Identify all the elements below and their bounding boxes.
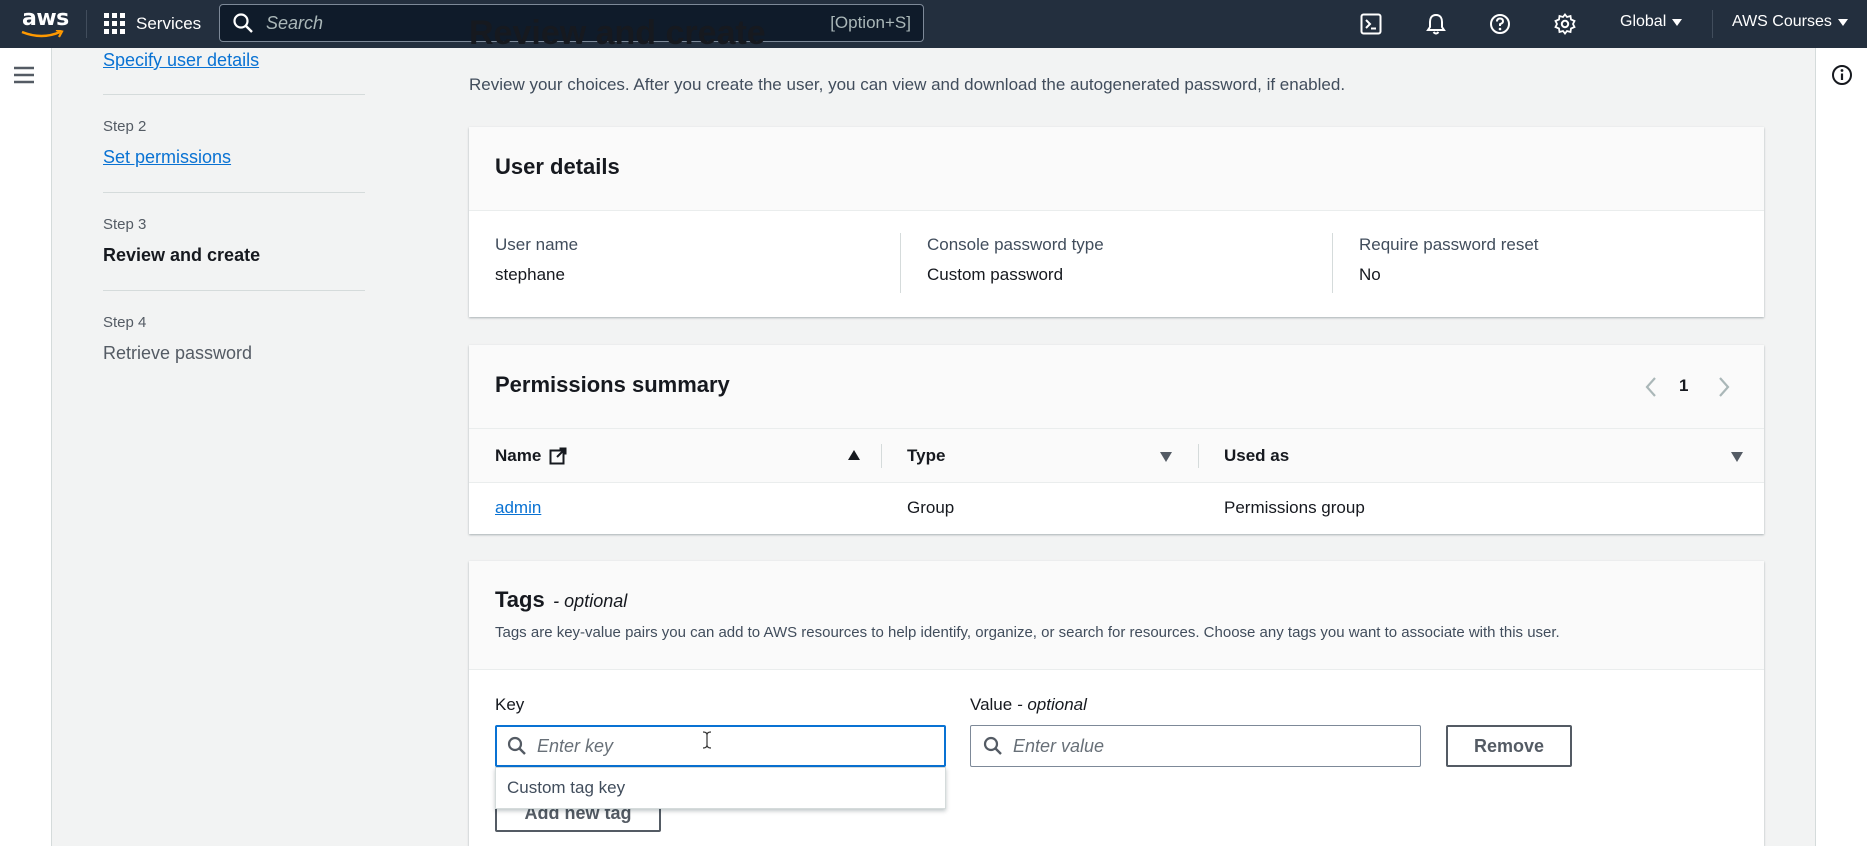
sort-icon[interactable] xyxy=(1160,452,1172,462)
sort-icon[interactable] xyxy=(1731,452,1743,462)
table-row: admin Group Permissions group xyxy=(469,483,1764,535)
services-menu-button[interactable]: Services xyxy=(104,10,201,38)
chevron-left-icon[interactable] xyxy=(1644,376,1658,398)
step-divider xyxy=(103,192,365,193)
column-divider xyxy=(900,233,901,293)
cloudshell-icon xyxy=(1360,13,1382,35)
tags-card: Tags - optional Tags are key-value pairs… xyxy=(469,561,1764,846)
row-type: Group xyxy=(907,498,955,517)
page-description: Review your choices. After you create th… xyxy=(469,75,1346,94)
tags-description: Tags are key-value pairs you can add to … xyxy=(495,624,1560,641)
step-divider xyxy=(103,290,365,291)
column-header-used-as[interactable]: Used as xyxy=(1224,429,1289,482)
column-label: Type xyxy=(907,445,946,465)
tags-optional-label: - optional xyxy=(553,591,628,611)
aws-smile-icon xyxy=(21,30,64,38)
text-cursor-icon xyxy=(702,731,712,749)
row-used-as: Permissions group xyxy=(1224,498,1365,517)
step-divider xyxy=(103,94,365,95)
remove-button[interactable]: Remove xyxy=(1446,725,1572,767)
permissions-header: Permissions summary 1 xyxy=(469,345,1764,429)
user-details-header: User details xyxy=(469,127,1764,211)
column-divider xyxy=(1198,444,1199,468)
user-details-card: User details User name stephane Console … xyxy=(469,127,1764,317)
step-2-label: Step 2 xyxy=(103,118,147,135)
permissions-summary-card: Permissions summary 1 Name Type Used as … xyxy=(469,345,1764,534)
field-value: stephane xyxy=(495,265,565,284)
aws-logo-text: aws xyxy=(22,6,69,31)
right-rail xyxy=(1815,48,1867,846)
nav-divider xyxy=(86,10,87,38)
account-menu[interactable]: AWS Courses xyxy=(1732,13,1848,31)
services-label: Services xyxy=(136,14,202,33)
remove-label: Remove xyxy=(1473,735,1545,756)
key-suggestion-dropdown: Custom tag key xyxy=(495,767,946,809)
aws-logo[interactable]: aws xyxy=(20,6,69,42)
account-label: AWS Courses xyxy=(1732,13,1832,30)
left-rail xyxy=(0,48,52,846)
sort-ascending-icon[interactable] xyxy=(848,450,860,460)
step-3-label: Step 3 xyxy=(103,216,147,233)
column-divider xyxy=(881,444,882,468)
column-label: Name xyxy=(495,445,542,465)
step-4-label: Step 4 xyxy=(103,314,147,331)
help-button[interactable] xyxy=(1487,11,1513,37)
step-1-link[interactable]: Specify user details xyxy=(103,50,259,71)
caret-down-icon xyxy=(1837,18,1848,26)
field-label: Console password type xyxy=(927,235,1104,254)
key-placeholder: Enter key xyxy=(537,735,614,756)
help-icon xyxy=(1490,14,1510,34)
caret-down-icon xyxy=(1672,18,1683,26)
password-reset-field: Require password reset No xyxy=(1359,235,1539,299)
key-input[interactable]: Enter key xyxy=(495,725,946,767)
column-divider xyxy=(1332,233,1333,293)
password-type-field: Console password type Custom password xyxy=(927,235,1104,299)
region-selector[interactable]: Global xyxy=(1620,13,1683,31)
settings-button[interactable] xyxy=(1552,11,1578,37)
key-label: Key xyxy=(495,695,525,714)
column-header-name[interactable]: Name xyxy=(495,429,567,482)
user-name-field: User name stephane xyxy=(495,235,578,299)
column-label: Used as xyxy=(1224,445,1290,465)
page-number[interactable]: 1 xyxy=(1679,376,1688,396)
value-optional-label: - optional xyxy=(1016,695,1087,714)
value-label: Value - optional xyxy=(970,695,1087,715)
field-value: No xyxy=(1359,265,1381,284)
column-header-type[interactable]: Type xyxy=(907,429,945,482)
search-icon xyxy=(233,13,253,33)
chevron-right-icon[interactable] xyxy=(1717,376,1731,398)
tags-title-row: Tags - optional xyxy=(495,587,627,613)
table-header: Name Type Used as xyxy=(469,429,1764,483)
hamburger-menu-icon[interactable] xyxy=(13,66,35,84)
value-input[interactable]: Enter value xyxy=(970,725,1421,767)
page-title: Review and create xyxy=(469,14,766,52)
region-label: Global xyxy=(1620,13,1667,30)
top-navigation: aws Services Search [Option+S] Global AW… xyxy=(0,0,1867,48)
notifications-button[interactable] xyxy=(1423,11,1449,37)
value-label-text: Value xyxy=(970,695,1013,714)
info-icon[interactable] xyxy=(1831,64,1853,86)
search-icon xyxy=(507,736,526,755)
nav-divider xyxy=(1712,10,1713,38)
field-label: Require password reset xyxy=(1359,235,1539,254)
user-details-title: User details xyxy=(495,154,620,179)
group-link[interactable]: admin xyxy=(495,498,541,518)
external-link-icon xyxy=(549,447,567,464)
step-4-title: Retrieve password xyxy=(103,343,253,363)
field-value: Custom password xyxy=(927,265,1064,284)
custom-tag-key-option[interactable]: Custom tag key xyxy=(507,778,625,798)
search-icon xyxy=(983,736,1002,755)
gear-icon xyxy=(1554,13,1576,35)
cloudshell-button[interactable] xyxy=(1358,11,1384,37)
step-2-link[interactable]: Set permissions xyxy=(103,147,231,168)
value-placeholder: Enter value xyxy=(1013,735,1105,756)
grid-icon xyxy=(104,13,125,34)
permissions-title: Permissions summary xyxy=(495,372,730,397)
tags-title: Tags xyxy=(495,587,545,612)
tags-header: Tags - optional Tags are key-value pairs… xyxy=(469,561,1764,670)
step-3-title: Review and create xyxy=(103,245,261,265)
bell-icon xyxy=(1426,13,1446,35)
search-shortcut: [Option+S] xyxy=(830,13,911,32)
field-label: User name xyxy=(495,235,579,254)
